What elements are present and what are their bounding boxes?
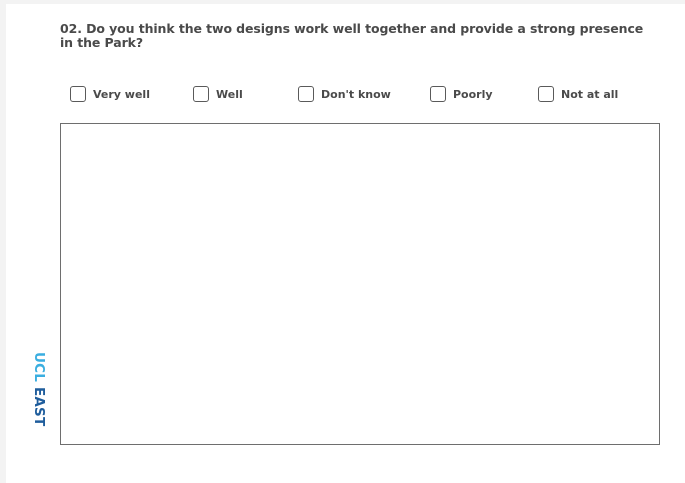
option-label-very-well: Very well [93,87,150,101]
ucl-east-wordmark: UCL EAST [31,352,47,427]
option-label-well: Well [216,87,243,101]
checkbox-poorly[interactable] [430,86,446,102]
answer-text-box[interactable] [60,123,660,445]
option-poorly[interactable]: Poorly [430,84,493,104]
checkbox-not-at-all[interactable] [538,86,554,102]
checkbox-very-well[interactable] [70,86,86,102]
question-line-1: 02. Do you think the two designs work we… [60,21,644,36]
option-very-well[interactable]: Very well [70,84,150,104]
option-label-poorly: Poorly [453,87,493,101]
survey-page: 02. Do you think the two designs work we… [6,4,685,483]
ucl-east-logo: UCL EAST [31,352,47,446]
question-text: 02. Do you think the two designs work we… [60,22,660,50]
checkbox-well[interactable] [193,86,209,102]
question-line-2: in the Park? [60,35,144,50]
brand-ucl-text: UCL [31,352,47,383]
checkbox-dont-know[interactable] [298,86,314,102]
brand-east-text: EAST [31,386,47,427]
option-dont-know[interactable]: Don't know [298,84,391,104]
option-label-dont-know: Don't know [321,87,391,101]
option-not-at-all[interactable]: Not at all [538,84,618,104]
option-label-not-at-all: Not at all [561,87,619,101]
option-well[interactable]: Well [193,84,243,104]
